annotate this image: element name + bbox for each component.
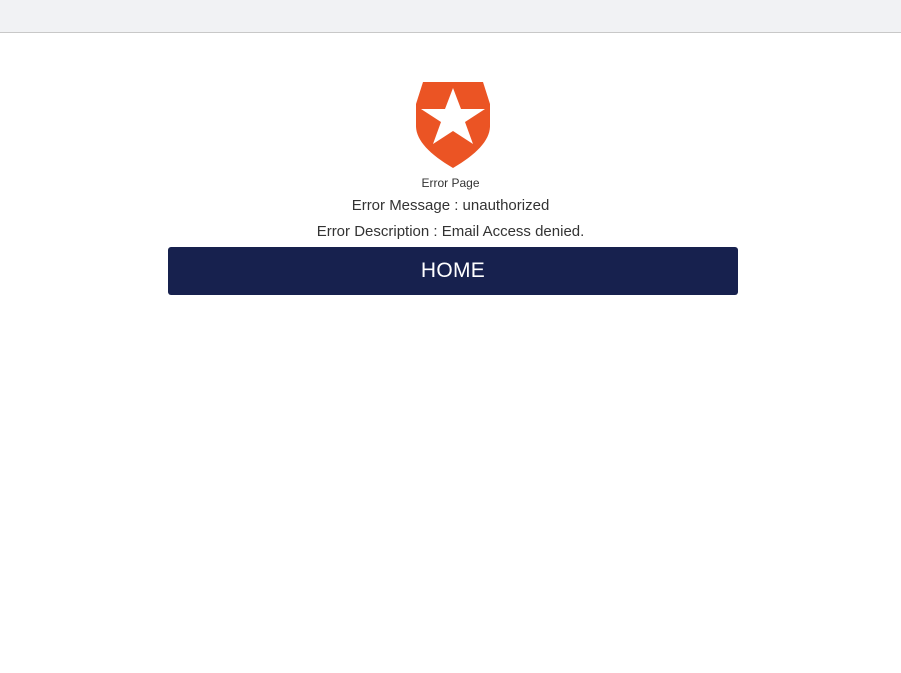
home-button[interactable]: HOME: [168, 247, 738, 295]
browser-top-bar: [0, 0, 901, 33]
error-description: Error Description : Email Access denied.: [316, 223, 585, 240]
error-page-content: Error Page Error Message : unauthorized …: [0, 33, 901, 673]
page-title: Error Page: [421, 176, 480, 190]
error-message: Error Message : unauthorized: [351, 197, 550, 214]
auth0-logo-icon: [416, 82, 490, 168]
